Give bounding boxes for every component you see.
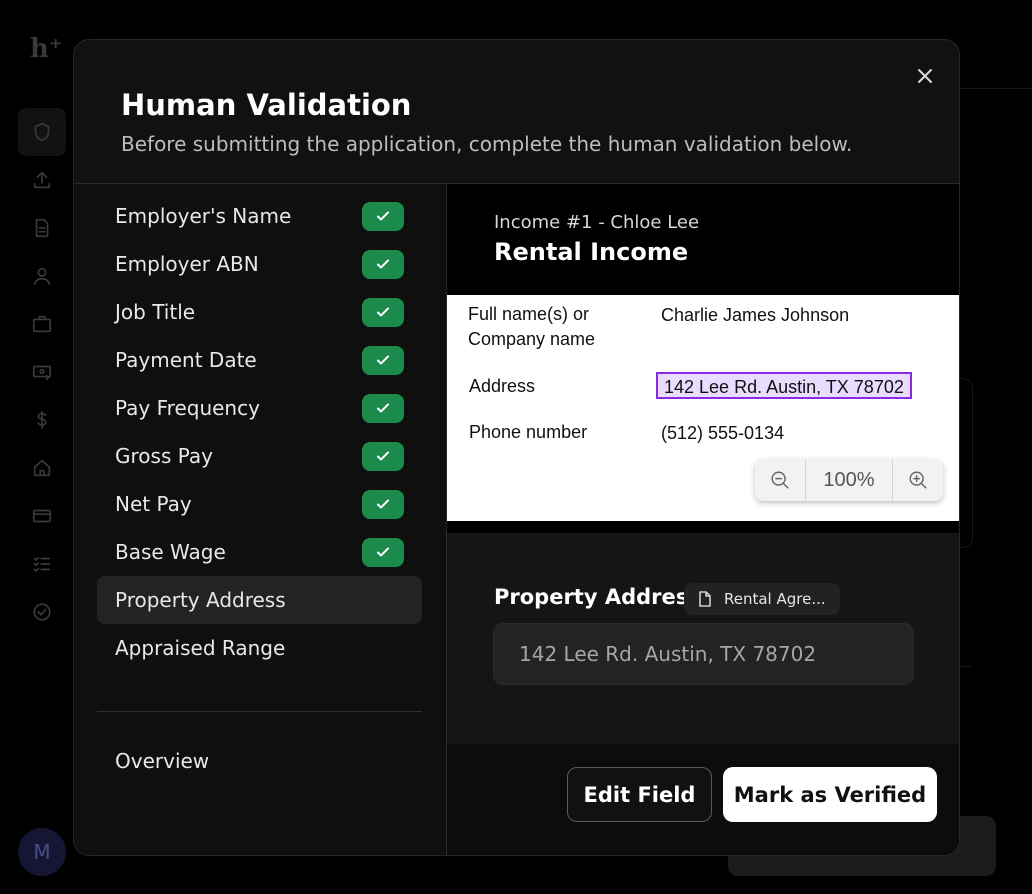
zoom-control: 100% <box>755 459 943 501</box>
field-item[interactable]: Employer's Name <box>97 192 422 240</box>
checklist-icon[interactable] <box>18 540 66 588</box>
human-validation-modal: Human Validation Before submitting the a… <box>73 39 960 856</box>
close-icon <box>918 69 932 83</box>
field-item[interactable]: Pay Frequency <box>97 384 422 432</box>
source-document-chip[interactable]: Rental Agre... <box>684 583 840 615</box>
field-label: Job Title <box>115 300 196 324</box>
verified-check-icon <box>362 489 404 519</box>
app-logo: h⁺ <box>30 34 63 64</box>
verified-check-icon <box>362 345 404 375</box>
verified-check-icon <box>362 249 404 279</box>
field-label: Appraised Range <box>115 636 286 660</box>
document-icon <box>699 591 711 607</box>
credit-card-icon[interactable] <box>18 492 66 540</box>
verified-check-icon <box>362 393 404 423</box>
document-preview[interactable]: Full name(s) or Company name Charlie Jam… <box>447 295 959 521</box>
verified-check-icon <box>362 201 404 231</box>
field-item[interactable]: Payment Date <box>97 336 422 384</box>
validation-detail-panel: Income #1 - Chloe Lee Rental Income Full… <box>447 184 959 855</box>
property-address-label: Property Address <box>494 585 701 609</box>
sidebar-rail <box>18 108 66 636</box>
zoom-out-button[interactable] <box>755 459 805 501</box>
field-label: Base Wage <box>115 540 226 564</box>
income-title: Rental Income <box>494 238 689 266</box>
background-divider <box>958 666 972 667</box>
property-address-field[interactable]: 142 Lee Rd. Austin, TX 78702 <box>493 623 914 685</box>
document-preview-bottom <box>447 521 959 533</box>
modal-title: Human Validation <box>121 88 412 122</box>
user-icon[interactable] <box>18 252 66 300</box>
field-item[interactable]: Base Wage <box>97 528 422 576</box>
field-label: Gross Pay <box>115 444 213 468</box>
field-item[interactable]: Appraised Range <box>97 624 422 672</box>
field-item[interactable]: Net Pay <box>97 480 422 528</box>
field-label: Employer ABN <box>115 252 259 276</box>
income-subheading: Income #1 - Chloe Lee <box>494 212 700 233</box>
shield-icon[interactable] <box>18 108 66 156</box>
verified-check-icon <box>362 297 404 327</box>
zoom-in-icon <box>909 471 927 489</box>
doc-address-highlight: 142 Lee Rd. Austin, TX 78702 <box>656 372 912 399</box>
doc-phone-value: (512) 555-0134 <box>661 423 785 443</box>
modal-footer: Edit Field Mark as Verified <box>447 744 959 855</box>
verified-check-icon <box>362 441 404 471</box>
zoom-level: 100% <box>805 459 893 501</box>
overview-label: Overview <box>115 749 210 773</box>
document-icon[interactable] <box>18 204 66 252</box>
field-editor: Property Address Rental Agre... 142 Lee … <box>447 533 959 744</box>
field-item[interactable]: Property Address <box>97 576 422 624</box>
doc-phone-label: Phone number <box>469 422 588 442</box>
field-item[interactable]: Job Title <box>97 288 422 336</box>
field-list-divider <box>97 711 422 712</box>
doc-address-label: Address <box>469 376 536 396</box>
doc-name-label-line2: Company name <box>468 329 596 349</box>
close-button[interactable] <box>915 66 935 86</box>
field-item[interactable]: Gross Pay <box>97 432 422 480</box>
field-list: Employer's Name Employer ABN Job Title Paym… <box>97 192 422 672</box>
field-item[interactable]: Employer ABN <box>97 240 422 288</box>
upload-icon[interactable] <box>18 156 66 204</box>
field-label: Employer's Name <box>115 204 292 228</box>
check-circle-icon[interactable] <box>18 588 66 636</box>
field-label: Net Pay <box>115 492 192 516</box>
zoom-in-button[interactable] <box>893 459 943 501</box>
briefcase-icon[interactable] <box>18 300 66 348</box>
money-transfer-icon[interactable] <box>18 348 66 396</box>
modal-subtitle: Before submitting the application, compl… <box>121 132 853 156</box>
doc-name-label-line1: Full name(s) or <box>468 304 590 324</box>
mark-as-verified-button[interactable]: Mark as Verified <box>723 767 937 822</box>
dollar-icon[interactable] <box>18 396 66 444</box>
zoom-out-icon <box>771 471 789 489</box>
overview-item[interactable]: Overview <box>97 737 422 785</box>
background-divider <box>958 88 1032 89</box>
doc-name-value: Charlie James Johnson <box>661 305 850 325</box>
source-document-label: Rental Agre... <box>724 590 826 608</box>
field-label: Pay Frequency <box>115 396 260 420</box>
edit-field-button[interactable]: Edit Field <box>567 767 712 822</box>
avatar[interactable]: M <box>18 828 66 876</box>
field-label: Payment Date <box>115 348 257 372</box>
field-list-panel: Employer's Name Employer ABN Job Title Paym… <box>74 184 447 855</box>
home-icon[interactable] <box>18 444 66 492</box>
field-label: Property Address <box>115 588 286 612</box>
verified-check-icon <box>362 537 404 567</box>
